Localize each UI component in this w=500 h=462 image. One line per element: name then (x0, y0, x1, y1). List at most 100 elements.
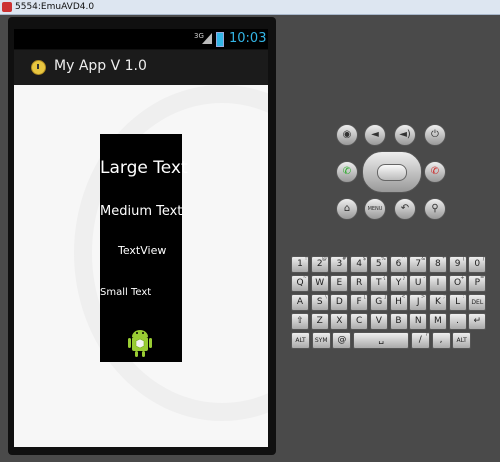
key-row3-7[interactable]: K; (428, 294, 447, 311)
key-row3-5[interactable]: H < (389, 294, 408, 311)
key-row1-7[interactable]: 8 * (428, 256, 447, 273)
key-row2-5[interactable]: Y} (389, 275, 408, 292)
key-row2-9[interactable]: P = (468, 275, 487, 292)
key-row3-0[interactable]: A (291, 294, 309, 311)
key-row2-8[interactable]: O + (448, 275, 467, 292)
key-label: T (376, 278, 382, 288)
key-label: , (439, 335, 443, 345)
key-row1-4[interactable]: 5% (369, 256, 388, 273)
key-row2-3[interactable]: R ` (350, 275, 369, 292)
key-row5-4[interactable]: /? (410, 332, 430, 349)
key-label: U (414, 278, 422, 288)
key-alt-label: ! (304, 256, 307, 262)
key-alt-label: { (382, 275, 386, 281)
home-icon[interactable]: ⌂ (336, 198, 358, 220)
key-row4-1[interactable]: Z (310, 313, 329, 330)
key-label: ALT (295, 337, 306, 344)
key-row4-8[interactable]: . (448, 313, 467, 330)
menu-button[interactable]: MENU (364, 198, 386, 220)
key-alt-label: ; (443, 294, 445, 300)
key-row5-1[interactable]: SYM (311, 332, 331, 349)
key-label: Z (316, 316, 323, 326)
key-row3-2[interactable]: D (330, 294, 349, 311)
key-label: Y (395, 278, 402, 288)
key-row5-5[interactable]: , (431, 332, 451, 349)
search-icon[interactable]: ⚲ (424, 198, 446, 220)
dpad-center[interactable] (377, 164, 407, 181)
key-row1-6[interactable]: 7 & (409, 256, 428, 273)
key-alt-label: = (480, 275, 485, 281)
key-row4-0[interactable]: ⇧ (291, 313, 309, 330)
key-label: M (434, 316, 442, 326)
key-row4-2[interactable]: X (330, 313, 349, 330)
volume-down-icon[interactable]: ◄ (364, 124, 386, 146)
key-alt-label: } (402, 275, 406, 281)
status-bar: 3G 10:03 (14, 29, 268, 49)
volume-up-icon[interactable]: ◄) (394, 124, 416, 146)
key-row5-2[interactable]: @ (332, 332, 352, 349)
key-row1-1[interactable]: 2 @ (310, 256, 329, 273)
key-label: A (296, 297, 304, 307)
key-row1-9[interactable]: 0) (468, 256, 487, 273)
back-icon[interactable]: ↶ (394, 198, 416, 220)
key-label: S (316, 297, 323, 307)
key-label: . (456, 316, 460, 326)
dpad[interactable] (362, 151, 422, 193)
key-label: 0 (474, 259, 481, 269)
key-row3-1[interactable]: S \ (310, 294, 329, 311)
key-row3-6[interactable]: J > (409, 294, 428, 311)
key-label: 7 (415, 259, 422, 269)
key-label: L (455, 297, 461, 307)
key-row1-3[interactable]: 4 $ (350, 256, 369, 273)
key-row2-1[interactable]: W " (310, 275, 329, 292)
key-label: E (336, 278, 343, 288)
key-alt-label: > (420, 294, 426, 300)
end-call-icon[interactable]: ✆ (424, 161, 446, 183)
key-label: @ (337, 335, 347, 345)
key-label: / (418, 335, 422, 345)
key-row4-9[interactable]: ↵ (468, 313, 487, 330)
key-label: 4 (356, 259, 362, 269)
key-row3-8[interactable]: L: (448, 294, 467, 311)
key-alt-label: # (342, 256, 347, 262)
key-alt-label: % (381, 256, 386, 262)
key-row4-3[interactable]: C (350, 313, 369, 330)
key-row5-3[interactable]: ␣ (353, 332, 410, 349)
clock-icon[interactable] (31, 60, 46, 75)
key-row1-5[interactable]: 6 ^ (389, 256, 408, 273)
key-alt-label: " (324, 275, 327, 281)
key-row3-4[interactable]: G] (369, 294, 388, 311)
key-row2-6[interactable]: U- (409, 275, 428, 292)
key-row5-6[interactable]: ALT (452, 332, 472, 349)
key-row4-4[interactable]: V (369, 313, 388, 330)
key-row1-0[interactable]: 1! (291, 256, 309, 273)
key-row2-0[interactable]: Q ~ (291, 275, 309, 292)
window-titlebar: 5554:EmuAVD4.0 (0, 0, 500, 15)
key-label: SYM (314, 337, 328, 344)
key-alt-label: - (423, 275, 426, 281)
call-icon[interactable]: ✆ (336, 161, 358, 183)
key-row4-5[interactable]: B (389, 313, 408, 330)
key-row2-4[interactable]: T{ (369, 275, 388, 292)
power-icon[interactable]: ⏻ (424, 124, 446, 146)
key-label: N (414, 316, 422, 326)
camera-icon[interactable]: ◉ (336, 124, 358, 146)
key-alt-label: ? (425, 332, 428, 338)
key-row4-6[interactable]: N (409, 313, 428, 330)
key-alt-label: & (421, 256, 426, 262)
key-row2-2[interactable]: E (330, 275, 349, 292)
app-title: My App V 1.0 (54, 58, 147, 74)
black-layout: Large Text Medium Text TextView Small Te… (100, 134, 188, 362)
key-row3-3[interactable]: F[ (350, 294, 369, 311)
key-row4-7[interactable]: M (428, 313, 447, 330)
key-label: 1 (297, 259, 303, 269)
key-row5-0[interactable]: ALT (291, 332, 310, 349)
app-window-icon (2, 2, 12, 12)
key-row1-8[interactable]: 9( (448, 256, 467, 273)
text-view: TextView (118, 244, 167, 257)
key-alt-label: : (462, 294, 465, 300)
key-row2-7[interactable]: I (428, 275, 447, 292)
app-content: Large Text Medium Text TextView Small Te… (14, 85, 268, 447)
key-row1-2[interactable]: 3 # (330, 256, 349, 273)
key-row3-9[interactable]: DEL (468, 294, 487, 311)
